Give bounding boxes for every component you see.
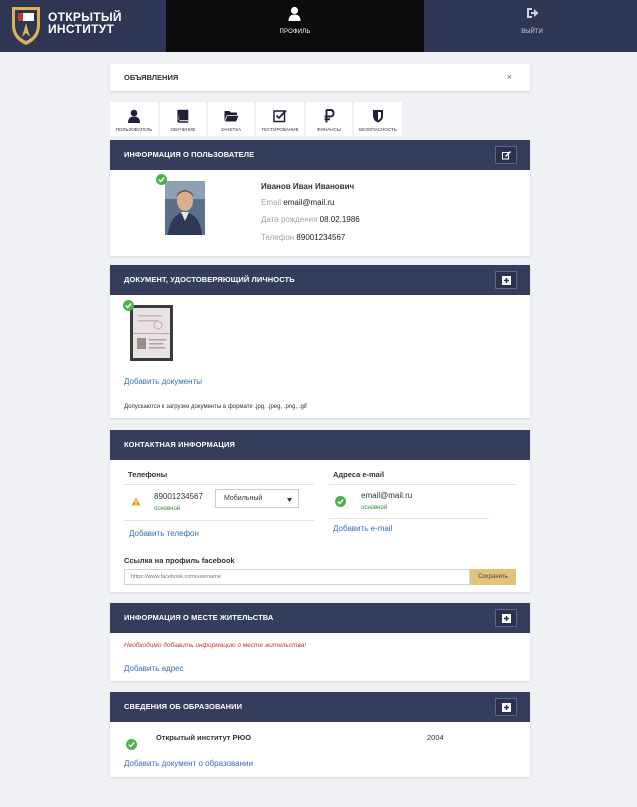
tab-education[interactable]: ОБУЧЕНИЕ	[160, 102, 206, 136]
plus-icon	[502, 276, 511, 285]
birth-value: 08.02.1986	[319, 215, 360, 224]
panel-header: ДОКУМЕНТ, УДОСТОВЕРЯЮЩИЙ ЛИЧНОСТЬ	[110, 265, 530, 295]
tab-finance[interactable]: ФИНАНСЫ	[306, 102, 352, 136]
edit-button[interactable]	[495, 146, 517, 164]
save-button[interactable]: Сохранить	[470, 569, 516, 585]
tab-user[interactable]: ПОЛЬЗОВАТЕЛЬ	[110, 102, 158, 136]
institute-logo[interactable]	[8, 3, 44, 47]
panel-title: СВЕДЕНИЯ ОБ ОБРАЗОВАНИИ	[124, 702, 243, 711]
add-document-button[interactable]	[495, 271, 517, 289]
phone-number: 89001234567	[154, 492, 203, 501]
tab-label: ОБУЧЕНИЕ	[170, 127, 196, 132]
facebook-label: Ссылка на профиль facebook	[124, 556, 235, 565]
phones-header: Телефоны	[128, 470, 168, 479]
nav-profile[interactable]: ПРОФИЛЬ	[166, 0, 424, 52]
add-email-link[interactable]: Добавить e-mail	[333, 524, 392, 533]
add-address-link[interactable]: Добавить адрес	[124, 664, 184, 673]
panel-header: КОНТАКТНАЯ ИНФОРМАЦИЯ	[110, 430, 530, 460]
announcements-bar[interactable]: ОБЪЯВЛЕНИЯ ×	[110, 64, 530, 91]
upload-formats-note: Допускаются к загрузке документы в форма…	[124, 404, 307, 410]
user-icon	[288, 6, 301, 21]
verified-check-icon	[335, 496, 346, 507]
book-icon	[177, 109, 189, 123]
verified-check-icon	[123, 300, 134, 311]
user-phone-row: Телефон 89001234567	[261, 233, 345, 242]
sign-out-icon	[527, 8, 539, 18]
panel-title: КОНТАКТНАЯ ИНФОРМАЦИЯ	[124, 440, 235, 449]
divider	[329, 518, 489, 519]
education-institution: Открытый институт РЮО	[156, 733, 252, 742]
phone-type-value: Мобильный	[224, 495, 263, 502]
panel-title: ДОКУМЕНТ, УДОСТОВЕРЯЮЩИЙ ЛИЧНОСТЬ	[124, 275, 295, 284]
top-navbar: ОТКРЫТЫЙ ИНСТИТУТ ПРОФИЛЬ ВЫЙТИ	[0, 0, 637, 52]
user-name: Иванов Иван Иванович	[261, 182, 355, 191]
add-documents-link[interactable]: Добавить документы	[124, 377, 202, 386]
email-address: email@mail.ru	[361, 491, 413, 500]
divider	[124, 520, 314, 521]
facebook-url-input[interactable]	[124, 569, 470, 585]
email-label: Email	[261, 198, 282, 207]
panel-title: ИНФОРМАЦИЯ О ПОЛЬЗОВАТЕЛЕ	[124, 150, 255, 159]
avatar-photo	[165, 181, 205, 235]
nav-profile-label: ПРОФИЛЬ	[279, 29, 311, 35]
user-birth-row: Дата рождения 08.02.1986	[261, 215, 360, 224]
tab-security[interactable]: БЕЗОПАСНОСТЬ	[354, 102, 402, 136]
tab-gradebook[interactable]: ЗАЧЕТКА	[208, 102, 254, 136]
tab-label: ЗАЧЕТКА	[220, 127, 242, 132]
phone-status: основной	[154, 506, 181, 512]
add-address-button[interactable]	[495, 609, 517, 627]
checkbox-icon	[273, 109, 287, 123]
email-status: основной	[361, 505, 388, 511]
user-info-panel: ИНФОРМАЦИЯ О ПОЛЬЗОВАТЕЛЕ Иванов Иван Ив…	[110, 140, 530, 256]
emails-header: Адреса e-mail	[333, 470, 385, 479]
add-education-button[interactable]	[495, 698, 517, 716]
folder-icon	[224, 111, 239, 122]
panel-header: ИНФОРМАЦИЯ О ПОЛЬЗОВАТЕЛЕ	[110, 140, 530, 170]
add-phone-link[interactable]: Добавить телефон	[129, 529, 199, 538]
warning-icon	[131, 497, 141, 506]
nav-exit-label: ВЫЙТИ	[521, 29, 543, 35]
add-education-document-link[interactable]: Добавить документ о образовании	[124, 759, 253, 768]
id-document-panel: ДОКУМЕНТ, УДОСТОВЕРЯЮЩИЙ ЛИЧНОСТЬ Добави…	[110, 265, 530, 418]
education-year: 2004	[427, 733, 444, 742]
phone-label: Телефон	[261, 233, 295, 242]
tab-label: БЕЗОПАСНОСТЬ	[359, 127, 397, 132]
passport-scan	[133, 308, 170, 358]
tab-testing[interactable]: ТЕСТИРОВАНИЕ	[256, 102, 304, 136]
contact-info-panel: КОНТАКТНАЯ ИНФОРМАЦИЯ Телефоны 890012345…	[110, 430, 530, 592]
tab-label: ФИНАНСЫ	[317, 127, 341, 132]
chevron-down-icon	[287, 498, 292, 502]
panel-title: ИНФОРМАЦИЯ О МЕСТЕ ЖИТЕЛЬСТВА	[124, 613, 274, 622]
passport-thumbnail[interactable]	[130, 305, 173, 361]
email-value: email@mail.ru	[283, 198, 335, 207]
tab-label: ПОЛЬЗОВАТЕЛЬ	[115, 127, 153, 132]
close-icon[interactable]: ×	[507, 64, 512, 91]
verified-check-icon	[126, 739, 137, 750]
brand-name: ОТКРЫТЫЙ ИНСТИТУТ	[48, 10, 122, 36]
birth-label: Дата рождения	[261, 215, 318, 224]
shield-icon	[373, 110, 383, 123]
divider	[124, 484, 314, 485]
plus-icon	[502, 614, 511, 623]
divider	[329, 484, 516, 485]
nav-exit[interactable]: ВЫЙТИ	[500, 0, 564, 52]
phone-type-select[interactable]: Мобильный	[215, 489, 299, 508]
announcements-title: ОБЪЯВЛЕНИЯ	[124, 73, 179, 82]
verified-check-icon	[156, 174, 167, 185]
residence-warning: Необходимо добавить информацию о месте ж…	[124, 642, 307, 649]
ruble-icon	[324, 109, 335, 123]
user-icon	[128, 109, 140, 123]
education-panel: СВЕДЕНИЯ ОБ ОБРАЗОВАНИИ Открытый институ…	[110, 692, 530, 777]
panel-header: ИНФОРМАЦИЯ О МЕСТЕ ЖИТЕЛЬСТВА	[110, 603, 530, 633]
edit-icon	[502, 151, 511, 160]
phone-value: 89001234567	[296, 233, 346, 242]
avatar	[165, 181, 205, 235]
residence-panel: ИНФОРМАЦИЯ О МЕСТЕ ЖИТЕЛЬСТВА Необходимо…	[110, 603, 530, 681]
plus-icon	[502, 703, 511, 712]
user-email-row: Email email@mail.ru	[261, 198, 335, 207]
tab-label: ТЕСТИРОВАНИЕ	[261, 127, 299, 132]
panel-header: СВЕДЕНИЯ ОБ ОБРАЗОВАНИИ	[110, 692, 530, 722]
